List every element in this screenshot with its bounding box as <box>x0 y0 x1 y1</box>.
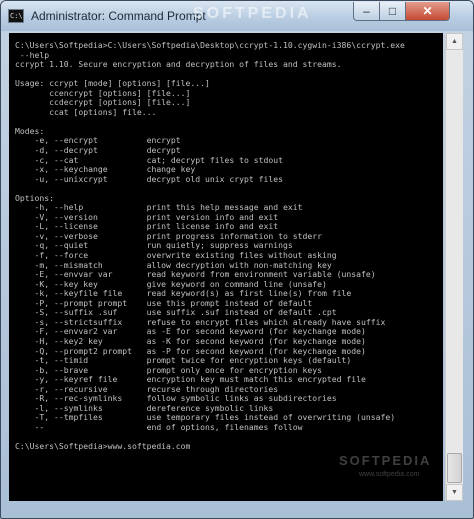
console-line: -H, --key2 key as -K for second keyword … <box>15 335 366 346</box>
window-title: Administrator: Command Prompt <box>31 9 206 23</box>
console-line: -t, --timid prompt twice for encryption … <box>15 355 352 366</box>
console-line: -K, --key key give keyword on command li… <box>15 278 327 289</box>
cmd-app-icon[interactable]: C:\ <box>8 9 24 23</box>
console-line: ccdecrypt [options] [file...] <box>15 97 191 108</box>
console-line: -d, --decrypt decrypt <box>15 145 181 156</box>
console-line: -r, --recursive recurse through director… <box>15 383 279 394</box>
close-button[interactable]: ✕ <box>405 2 450 21</box>
console-line: -R, --rec-symlinks follow symbolic links… <box>15 393 337 404</box>
console-line: -- end of options, filenames follow <box>15 421 303 432</box>
console-line: -y, --keyref file encryption key must ma… <box>15 374 366 385</box>
console-line: -F, --envvar2 var as -E for second keywo… <box>15 326 366 337</box>
console-line: -x, --keychange change key <box>15 164 196 175</box>
maximize-button[interactable]: □ <box>379 2 406 21</box>
console-line: Options: <box>15 192 54 203</box>
console-text[interactable]: C:\Users\Softpedia>C:\Users\Softpedia\De… <box>9 33 443 452</box>
scroll-down-arrow-icon[interactable]: ▼ <box>446 484 463 501</box>
title-bar[interactable]: C:\ Administrator: Command Prompt SOFTPE… <box>1 1 473 31</box>
console-line: ccat [options] file... <box>15 106 157 117</box>
console-line: -q, --quiet run quietly; suppress warnin… <box>15 240 293 251</box>
console-line: -P, --prompt prompt use this prompt inst… <box>15 297 313 308</box>
console-line: Modes: <box>15 125 45 136</box>
console-line: C:\Users\Softpedia>www.softpedia.com <box>15 440 191 451</box>
console-line: -k, --keyfile file read keyword(s) as fi… <box>15 288 352 299</box>
console-line: -E, --envvar var read keyword from envir… <box>15 269 376 280</box>
console-line: -L, --license print license info and exi… <box>15 221 279 232</box>
console-watermark: SOFTPEDIA <box>339 453 432 468</box>
console-line: --help <box>15 49 50 60</box>
console-line: -Q, --prompt2 prompt as -P for second ke… <box>15 345 366 356</box>
window-bottom-frame <box>1 501 473 518</box>
console-line: -l, --symlinks dereference symbolic link… <box>15 402 274 413</box>
console-line: -V, --version print version info and exi… <box>15 211 279 222</box>
console-line: ccencrypt [options] [file...] <box>15 87 191 98</box>
console-line: ccrypt 1.10. Secure encryption and decry… <box>15 59 342 70</box>
command-prompt-window: C:\ Administrator: Command Prompt SOFTPE… <box>0 0 474 519</box>
console-line: -h, --help print this help message and e… <box>15 202 303 213</box>
console-line: -e, --encrypt encrypt <box>15 135 181 146</box>
minimize-button[interactable]: – <box>353 2 380 21</box>
console-watermark-url: www.softpedia.com <box>359 471 420 478</box>
console-output[interactable]: C:\Users\Softpedia>C:\Users\Softpedia\De… <box>9 33 443 501</box>
console-line: -b, --brave prompt only once for encrypt… <box>15 364 322 375</box>
console-line: -m, --mismatch allow decryption with non… <box>15 259 332 270</box>
console-line: Usage: ccrypt [mode] [options] [file...] <box>15 78 210 89</box>
console-line: -u, --unixcrypt decrypt old unix crypt f… <box>15 173 284 184</box>
console-line: -S, --suffix .suf use suffix .suf instea… <box>15 307 337 318</box>
scroll-up-arrow-icon[interactable]: ▲ <box>446 33 463 50</box>
console-line: C:\Users\Softpedia>C:\Users\Softpedia\De… <box>15 40 405 50</box>
scrollbar-thumb[interactable] <box>447 453 462 483</box>
console-line: -f, --force overwrite existing files wit… <box>15 250 337 261</box>
softpedia-watermark: SOFTPEDIA <box>193 5 312 22</box>
console-line: -T, --tmpfiles use temporary files inste… <box>15 412 396 423</box>
console-line: -s, --strictsuffix refuse to encrypt fil… <box>15 316 386 327</box>
vertical-scrollbar[interactable]: ▲ ▼ <box>445 33 463 501</box>
console-line: -v, --verbose print progress information… <box>15 230 322 241</box>
console-line: -c, --cat cat; decrypt files to stdout <box>15 154 284 165</box>
